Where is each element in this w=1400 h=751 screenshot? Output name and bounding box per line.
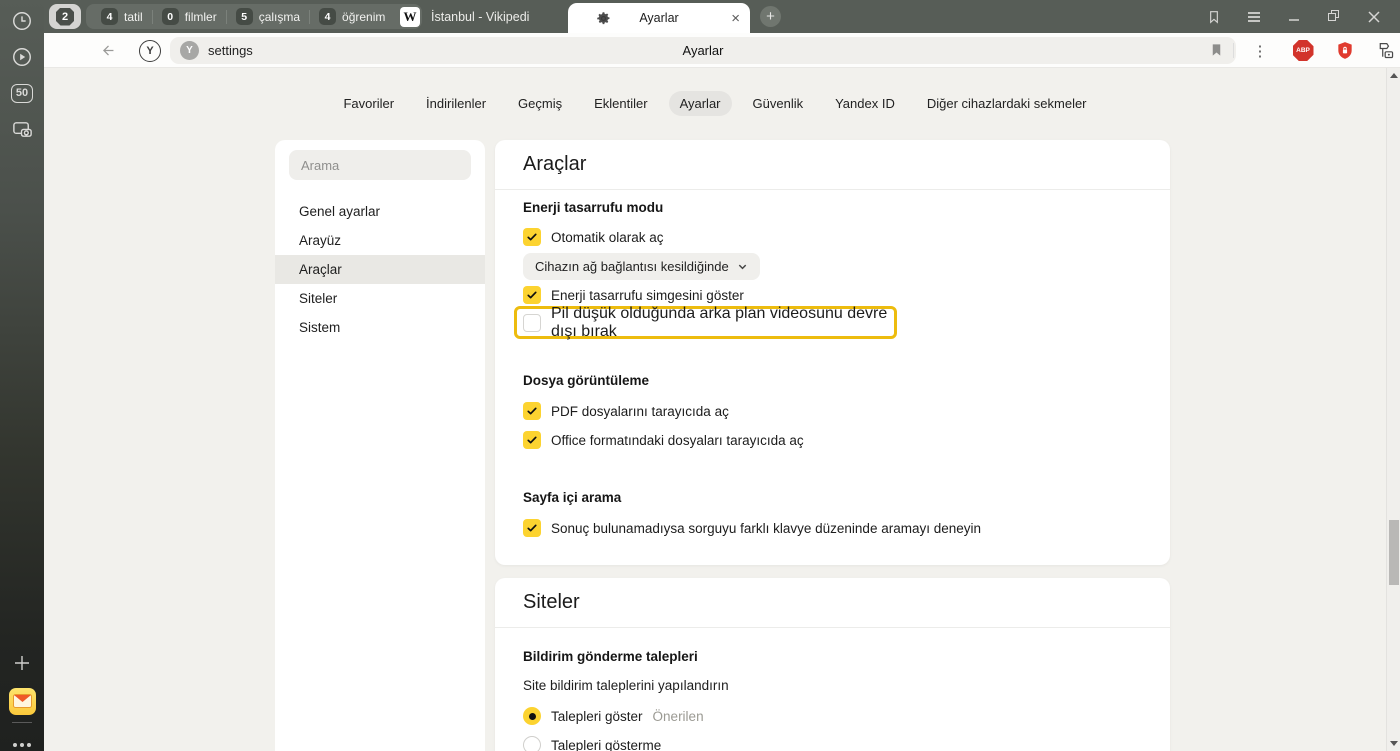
- scroll-down-icon[interactable]: [1390, 741, 1398, 746]
- bookmark-icon[interactable]: [1209, 42, 1224, 58]
- settings-top-nav: Favoriler İndirilenler Geçmiş Eklentiler…: [44, 91, 1386, 116]
- menu-icon[interactable]: [1234, 0, 1274, 33]
- tab-group-tatil[interactable]: 4 tatil: [92, 8, 152, 25]
- nav-yandex-id[interactable]: Yandex ID: [824, 91, 906, 116]
- section-siteler[interactable]: Siteler: [275, 284, 485, 313]
- browser-side-panel: 50: [0, 0, 44, 751]
- checkbox-pdf[interactable]: [523, 402, 541, 420]
- back-icon[interactable]: [94, 33, 122, 68]
- section-sistem[interactable]: Sistem: [275, 313, 485, 342]
- checkbox-show-icon[interactable]: [523, 286, 541, 304]
- yandex-logo-icon[interactable]: Y: [136, 33, 164, 68]
- sites-card: Siteler Bildirim gönderme talepleri Site…: [495, 578, 1170, 751]
- checkbox-office[interactable]: [523, 431, 541, 449]
- sites-card-title: Siteler: [495, 578, 1170, 628]
- tab-close-icon[interactable]: ×: [731, 11, 740, 26]
- nav-indirilenler[interactable]: İndirilenler: [415, 91, 497, 116]
- toolbar-divider: [1233, 43, 1234, 58]
- nav-ayarlar[interactable]: Ayarlar: [669, 91, 732, 116]
- energy-heading: Enerji tasarrufu modu: [523, 200, 663, 215]
- auto-on-label[interactable]: Otomatik olarak aç: [551, 230, 664, 245]
- checkbox-keyboard[interactable]: [523, 519, 541, 537]
- tab-groups: 4 tatil 0 filmler 5 çalışma 4 öğrenim: [86, 4, 422, 29]
- tab-group-calisma[interactable]: 5 çalışma: [227, 8, 309, 25]
- tab-bar: 2 4 tatil 0 filmler 5 çalışma 4 öğrenim: [44, 0, 1400, 33]
- radio-hide-requests[interactable]: [523, 736, 541, 751]
- energy-condition-dropdown[interactable]: Cihazın ağ bağlantısı kesildiğinde: [523, 253, 760, 280]
- tab-group-filmler[interactable]: 0 filmler: [153, 8, 226, 25]
- scroll-up-icon[interactable]: [1390, 73, 1398, 78]
- page-scrollbar: [1386, 68, 1400, 751]
- page-title-center: Ayarlar: [170, 37, 1236, 64]
- battery-video-label[interactable]: Pil düşük olduğunda arka plan videosunu …: [551, 305, 894, 341]
- adblock-plus-icon[interactable]: ABP: [1292, 33, 1314, 68]
- tab-group-ogrenim[interactable]: 4 öğrenim: [310, 8, 394, 25]
- tab-group-active[interactable]: 2: [49, 4, 81, 29]
- section-genel-ayarlar[interactable]: Genel ayarlar: [275, 197, 485, 226]
- keyboard-row: Sonuç bulunamadıysa sorguyu farklı klavy…: [523, 519, 981, 537]
- protect-shield-icon[interactable]: [1334, 33, 1356, 68]
- add-panel-icon[interactable]: [0, 646, 44, 680]
- restore-icon[interactable]: [1314, 0, 1354, 33]
- section-arayuz[interactable]: Arayüz: [275, 226, 485, 255]
- highlighted-battery-video-row: Pil düşük olduğunda arka plan videosunu …: [514, 306, 897, 339]
- nav-gecmis[interactable]: Geçmiş: [507, 91, 573, 116]
- radio-show-requests[interactable]: [523, 707, 541, 725]
- office-row: Office formatındaki dosyaları tarayıcıda…: [523, 431, 804, 449]
- keyboard-label[interactable]: Sonuç bulunamadıysa sorguyu farklı klavy…: [551, 521, 981, 536]
- toolbar-more-icon[interactable]: ⋮: [1250, 33, 1270, 68]
- tools-card: Araçlar Enerji tasarrufu modu Otomatik o…: [495, 140, 1170, 565]
- screenshot-icon[interactable]: [0, 112, 44, 146]
- close-window-icon[interactable]: [1354, 0, 1394, 33]
- browser-window: 50 2 4: [0, 0, 1400, 751]
- recommended-label: Önerilen: [653, 709, 704, 724]
- nav-eklentiler[interactable]: Eklentiler: [583, 91, 658, 116]
- extensions-keys-icon[interactable]: [1374, 33, 1398, 68]
- pdf-label[interactable]: PDF dosyalarını tarayıcıda aç: [551, 404, 729, 419]
- find-heading: Sayfa içi arama: [523, 490, 621, 505]
- media-play-icon[interactable]: [0, 40, 44, 74]
- section-araclar[interactable]: Araçlar: [275, 255, 485, 284]
- auto-on-row: Otomatik olarak aç: [523, 228, 664, 246]
- more-icon[interactable]: [0, 728, 44, 751]
- office-label[interactable]: Office formatındaki dosyaları tarayıcıda…: [551, 433, 804, 448]
- minimize-icon[interactable]: [1274, 0, 1314, 33]
- notifications-heading: Bildirim gönderme talepleri: [523, 649, 698, 664]
- new-tab-button[interactable]: +: [760, 6, 781, 27]
- address-toolbar: Y Y settings Ayarlar ⋮ ABP: [44, 33, 1400, 68]
- tab-ayarlar-active[interactable]: Ayarlar ×: [568, 3, 750, 33]
- show-icon-row: Enerji tasarrufu simgesini göster: [523, 286, 744, 304]
- search-input[interactable]: [289, 150, 471, 180]
- tab-istanbul-vikipedi[interactable]: W İstanbul - Vikipedi: [388, 0, 566, 33]
- nav-guvenlik[interactable]: Güvenlik: [742, 91, 815, 116]
- tools-card-title: Araçlar: [495, 140, 1170, 190]
- nav-favoriler[interactable]: Favoriler: [332, 91, 405, 116]
- settings-page: Favoriler İndirilenler Geçmiş Eklentiler…: [44, 68, 1400, 751]
- checkbox-battery-video[interactable]: [523, 314, 541, 332]
- window-controls: [1194, 0, 1394, 33]
- chevron-down-icon: [737, 261, 748, 272]
- wikipedia-favicon: W: [400, 7, 420, 27]
- radio-hide-label[interactable]: Talepleri gösterme: [551, 738, 661, 751]
- notifications-subtitle: Site bildirim taleplerini yapılandırın: [523, 678, 729, 693]
- radio-hide-row: Talepleri gösterme: [523, 736, 661, 751]
- url-bar[interactable]: Y settings Ayarlar: [170, 37, 1236, 64]
- scrollbar-thumb[interactable]: [1389, 520, 1399, 585]
- panel-bookmark-icon[interactable]: [1194, 0, 1234, 33]
- active-tab-title: Ayarlar: [568, 11, 750, 25]
- yandex-mail-icon[interactable]: [0, 684, 44, 718]
- show-icon-label[interactable]: Enerji tasarrufu simgesini göster: [551, 288, 744, 303]
- checkbox-auto-on[interactable]: [523, 228, 541, 246]
- history-icon[interactable]: [0, 4, 44, 38]
- speed-badge-icon[interactable]: 50: [0, 76, 44, 110]
- files-heading: Dosya görüntüleme: [523, 373, 649, 388]
- nav-diger-cihazlar[interactable]: Diğer cihazlardaki sekmeler: [916, 91, 1098, 116]
- radio-show-row: Talepleri göster Önerilen: [523, 707, 704, 725]
- radio-show-label[interactable]: Talepleri göster: [551, 709, 643, 724]
- settings-section-list: Genel ayarlar Arayüz Araçlar Siteler Sis…: [275, 140, 485, 751]
- sidebar-divider: [12, 722, 32, 723]
- tab-group-count-badge: 2: [56, 8, 74, 26]
- pdf-row: PDF dosyalarını tarayıcıda aç: [523, 402, 729, 420]
